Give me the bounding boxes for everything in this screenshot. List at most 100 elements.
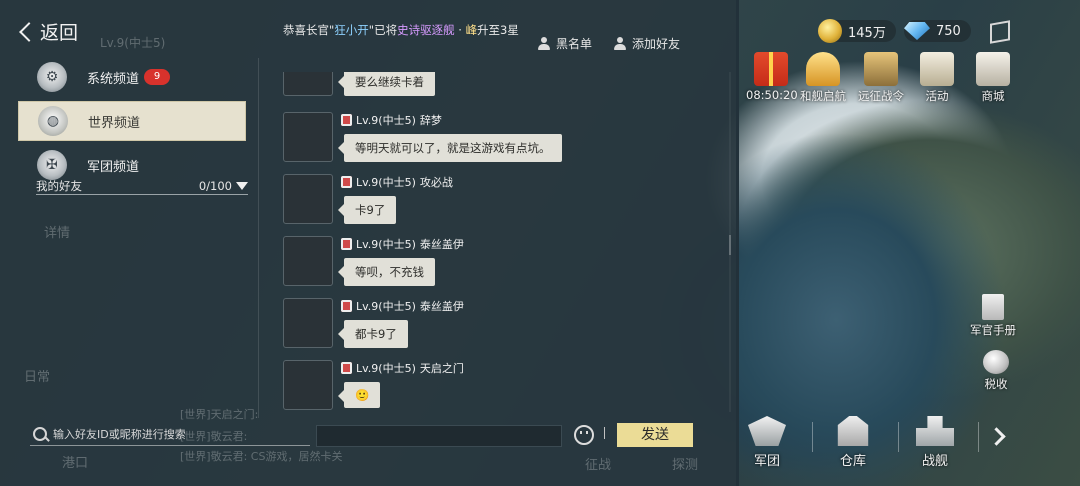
rank-badge-icon [341,176,352,188]
hud-tax[interactable]: 税收 [983,350,1009,392]
hud-expedition[interactable]: 远征战令 [858,52,904,104]
chat-panel: Lv.9(中士5) 详情 日常 港口 征战 探测 [世界]天启之门: [世界]敬… [0,0,736,486]
hud-officer-manual[interactable]: 军官手册 [970,294,1016,338]
nav-warship-label: 战舰 [921,454,948,469]
warship-icon [916,416,954,446]
message-header[interactable]: Lv.9(中士5) 辞梦 [341,112,442,128]
emoji-icon[interactable] [574,425,594,445]
tax-label: 税收 [984,377,1008,391]
message-header[interactable]: Lv.9(中士5) 泰丝盖伊 [341,236,464,252]
ghost-port: 港口 [62,456,89,471]
nav-depot[interactable]: 仓库 [834,416,872,469]
friends-toggle[interactable]: 0/100 [199,179,248,193]
ghost-expedition: 征战 [585,458,612,473]
avatar[interactable] [283,174,333,224]
person-block-icon [538,37,550,50]
mall-icon [976,52,1010,86]
message-header[interactable]: Lv.9(中士5) 天启之门 [341,360,464,376]
friends-section: 我的好友 0/100 [36,178,248,194]
nav-divider [978,422,979,452]
channel-list: ⚙ 系统频道 9 ◍ 世界频道 ✠ 军团频道 [18,58,246,189]
avatar[interactable] [283,112,333,162]
panel-edge [736,0,739,486]
channel-system[interactable]: ⚙ 系统频道 9 [18,58,246,96]
event-label: 活动 [925,89,949,103]
cube-icon[interactable] [990,20,1010,44]
friend-search-input[interactable]: 输入好友ID或昵称进行搜索 [30,423,310,446]
broadcast-ship-name: 峰 [465,23,478,37]
mall-label: 商城 [981,89,1005,103]
sender-level: Lv.9(中士5) [356,114,416,127]
manual-label: 军官手册 [970,323,1016,337]
message-bubble: 都卡9了 [338,320,408,348]
coin-icon [818,19,842,43]
friends-label: 我的好友 [36,179,82,193]
sea-background [736,100,1080,486]
back-label: 返回 [40,22,79,44]
sender-name: 泰丝盖伊 [419,238,464,251]
nav-warship[interactable]: 战舰 [916,416,954,469]
gem-resource[interactable]: 750 [904,20,971,42]
add-friend-label: 添加好友 [632,37,681,51]
nav-corps[interactable]: 军团 [748,416,786,469]
message-bubble: 等呗，不充钱 [338,258,435,286]
game-screen: 145万 750 08:50:20 和舰启航 远征战令 活动 商城 军官手册 税… [0,0,1080,486]
hud-carnival[interactable]: 和舰启航 [800,52,846,104]
avatar[interactable] [283,236,333,286]
divider [604,427,605,439]
sender-name: 泰丝盖伊 [419,300,464,313]
timer-label: 08:50:20 [746,88,798,102]
send-button[interactable]: 发送 [617,423,693,447]
hud-gift[interactable] [754,52,788,86]
channel-world[interactable]: ◍ 世界频道 [18,101,246,141]
coin-resource[interactable]: 145万 [818,19,896,43]
nav-divider [898,422,899,452]
message-header[interactable]: Lv.9(中士5) 攻必战 [341,174,453,190]
message-input[interactable] [316,425,562,447]
back-button[interactable]: 返回 [16,18,78,45]
rank-badge-icon [341,238,352,250]
eagle-icon [748,416,786,446]
ghost-details: 详情 [44,226,71,241]
nav-depot-label: 仓库 [839,454,866,469]
top-actions: 黑名单 添加好友 [538,35,680,52]
broadcast-separator: · [454,23,466,37]
avatar[interactable] [283,72,333,96]
broadcast-player[interactable]: 狂小开 [334,23,369,37]
avatar[interactable] [283,360,333,410]
unread-badge: 9 [144,69,170,85]
sender-level: Lv.9(中士5) [356,300,416,313]
friends-count: 0/100 [198,179,232,193]
gem-value: 750 [936,23,961,39]
channel-label: 世界频道 [88,115,141,131]
input-bar: 输入好友ID或昵称进行搜索 发送 [0,418,736,452]
broadcast-prefix: 恭喜长官" [283,23,335,37]
message-list[interactable]: 要么继续卡着 Lv.9(中士5) 辞梦 等明天就可以了，就是这游戏有点坑。 Lv… [283,72,723,412]
scrollbar-thumb[interactable] [729,235,731,255]
hud-event[interactable]: 活动 [920,52,954,104]
channel-label: 系统频道 [87,71,140,87]
search-placeholder: 输入好友ID或昵称进行搜索 [53,428,186,441]
globe-icon: ◍ [38,106,68,136]
coin-stack-icon [983,350,1009,374]
book-icon [982,294,1004,320]
ghost-level: Lv.9(中士5) [100,36,166,50]
sender-level: Lv.9(中士5) [356,238,416,251]
ammo-icon [837,416,869,446]
message-bubble: 等明天就可以了，就是这游戏有点坑。 [338,134,562,162]
blacklist-label: 黑名单 [556,37,593,51]
message-header[interactable]: Lv.9(中士5) 泰丝盖伊 [341,298,464,314]
hud-mall[interactable]: 商城 [976,52,1010,104]
event-icon [920,52,954,86]
blacklist-button[interactable]: 黑名单 [538,35,592,52]
sender-level: Lv.9(中士5) [356,362,416,375]
broadcast-middle: "已将 [368,23,398,37]
add-friend-button[interactable]: 添加好友 [614,35,680,52]
broadcast-suffix: 升至3星 [477,23,519,37]
avatar[interactable] [283,298,333,348]
expedition-label: 远征战令 [858,89,904,103]
coin-value: 145万 [848,25,886,41]
broadcast-ship: 史诗驱逐舰 [397,23,455,37]
message-bubble: 🙂 [337,382,381,408]
caret-down-icon [236,182,248,190]
